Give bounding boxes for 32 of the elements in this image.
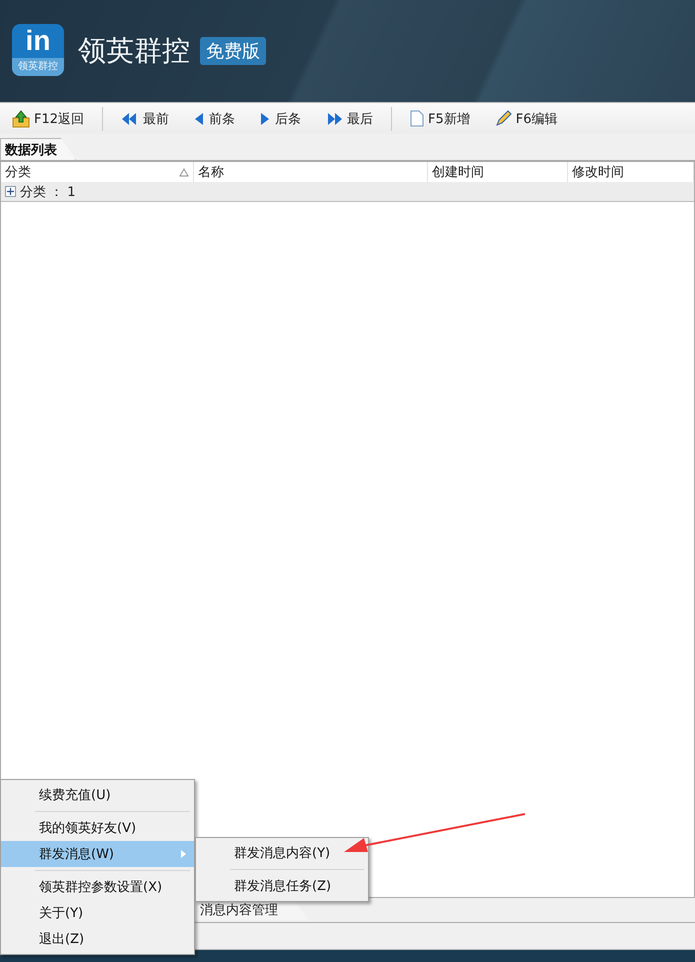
column-label: 创建时间 — [432, 164, 484, 181]
right-arrow-icon — [259, 112, 272, 126]
toolbar-button[interactable]: F6编辑 — [482, 104, 570, 132]
pencil-icon — [494, 110, 512, 128]
column-label: 分类 — [5, 164, 31, 181]
column-label: 修改时间 — [572, 164, 624, 181]
menu-item[interactable]: 群发消息内容(Y) — [196, 840, 368, 866]
document-icon — [410, 110, 424, 127]
toolbar-button[interactable]: 最前 — [109, 104, 182, 132]
toolbar-button[interactable]: 后条 — [247, 104, 314, 132]
toolbar-button[interactable]: 前条 — [181, 104, 248, 132]
toolbar-button[interactable]: 最后 — [313, 104, 386, 132]
logo-caption: 领英群控 — [12, 58, 64, 76]
double-arrow-icon — [325, 112, 344, 126]
menu-item[interactable]: 领英群控参数设置(X) — [1, 874, 194, 900]
edition-badge: 免费版 — [200, 37, 266, 65]
menu-item[interactable]: 我的领英好友(V) — [1, 815, 194, 841]
logo-mark: in — [26, 24, 50, 58]
menu-item[interactable]: 群发消息(W) — [1, 841, 194, 867]
menu-item[interactable]: 续费充值(U) — [1, 782, 194, 808]
group-row[interactable]: 分类 ： 1 — [1, 182, 694, 202]
menu-item[interactable]: 退出(Z) — [1, 926, 194, 952]
tab[interactable]: 数据列表 — [0, 138, 76, 160]
app-title: 领英群控 — [78, 33, 190, 69]
upload-folder-icon — [12, 110, 30, 128]
group-label: 分类 ： 1 — [20, 184, 76, 200]
toolbar-button[interactable]: F5新增 — [398, 104, 482, 132]
left-arrow-icon — [193, 112, 206, 126]
menu-item[interactable]: 群发消息任务(Z) — [196, 873, 368, 899]
expand-icon[interactable] — [5, 186, 16, 197]
column-label: 名称 — [198, 164, 224, 181]
toolbar-button[interactable]: F12返回 — [0, 104, 96, 132]
